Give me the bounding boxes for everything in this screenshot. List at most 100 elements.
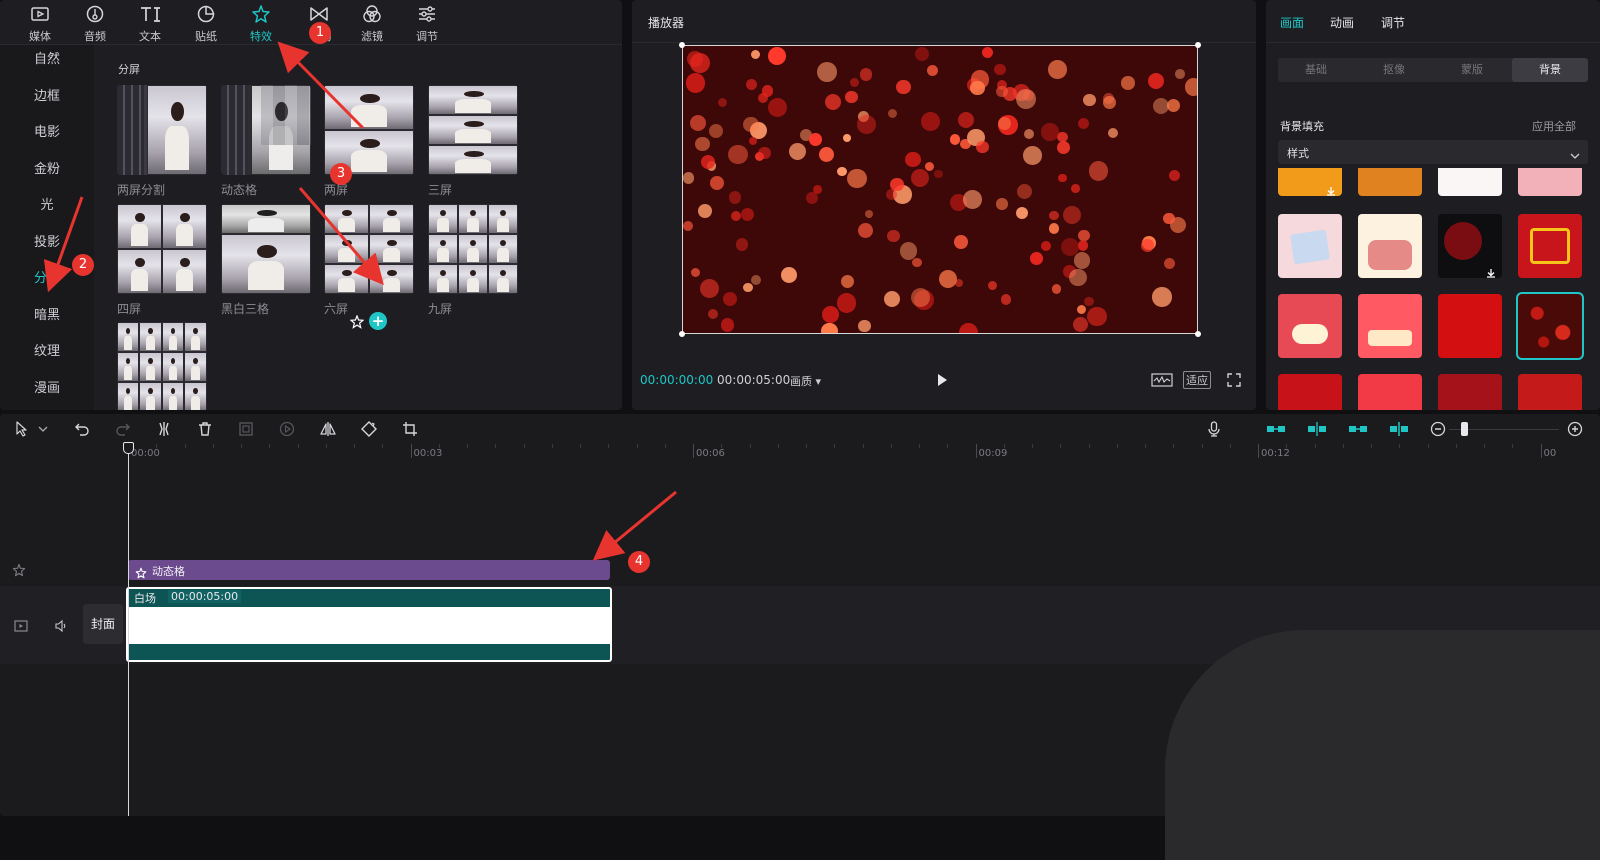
redo-icon[interactable] bbox=[115, 421, 131, 437]
category-item[interactable]: 光 bbox=[0, 191, 94, 221]
preview-axis-icon[interactable] bbox=[1389, 421, 1409, 437]
ruler-minor-tick bbox=[749, 444, 751, 448]
tool-label: 滤镜 bbox=[361, 30, 383, 43]
category-item[interactable]: 金粉 bbox=[0, 155, 94, 185]
tab-canvas[interactable]: 画面 bbox=[1280, 14, 1304, 31]
bokeh-light bbox=[896, 79, 911, 94]
tool-label: 特效 bbox=[250, 30, 272, 43]
background-tile[interactable] bbox=[1358, 374, 1422, 410]
video-preview[interactable] bbox=[682, 45, 1198, 334]
tab-adjust[interactable]: 调节 bbox=[1381, 14, 1405, 31]
zoom-in-icon[interactable] bbox=[1567, 421, 1583, 437]
zoom-out-icon[interactable] bbox=[1430, 421, 1446, 437]
tool-adjust[interactable]: 调节 bbox=[398, 0, 456, 45]
resize-handle[interactable] bbox=[679, 331, 685, 337]
play-icon[interactable] bbox=[934, 372, 950, 388]
category-item[interactable]: 暗黑 bbox=[0, 301, 94, 331]
tool-audio[interactable]: 音频 bbox=[66, 0, 124, 45]
tab-animation[interactable]: 动画 bbox=[1330, 14, 1354, 31]
favorite-star-icon[interactable] bbox=[349, 314, 365, 329]
background-tile[interactable] bbox=[1518, 214, 1582, 278]
auto-snap-icon[interactable] bbox=[1307, 421, 1327, 437]
main-track-magnet-icon[interactable] bbox=[1266, 421, 1286, 437]
category-item[interactable]: 漫画 bbox=[0, 374, 94, 404]
crop-icon[interactable] bbox=[402, 421, 418, 437]
resize-handle[interactable] bbox=[679, 42, 685, 48]
delete-icon[interactable] bbox=[197, 421, 213, 437]
background-tile[interactable] bbox=[1278, 214, 1342, 278]
effect-sixteen-screen[interactable] bbox=[117, 322, 207, 410]
category-item[interactable]: 边框 bbox=[0, 82, 94, 112]
video-track-icon[interactable] bbox=[14, 618, 28, 632]
background-tile[interactable] bbox=[1358, 294, 1422, 358]
background-tile[interactable] bbox=[1438, 168, 1502, 196]
resize-handle[interactable] bbox=[1195, 331, 1201, 337]
time-ruler[interactable]: 00:00 00:03 00:06 00:09 00:12 00 bbox=[0, 444, 1600, 466]
speaker-icon[interactable] bbox=[54, 618, 68, 633]
tool-text[interactable]: 文本 bbox=[121, 0, 179, 45]
background-tile[interactable] bbox=[1518, 168, 1582, 196]
playhead-handle[interactable] bbox=[123, 442, 134, 454]
undo-icon[interactable] bbox=[74, 421, 90, 437]
bokeh-light bbox=[969, 80, 985, 96]
background-tile[interactable] bbox=[1438, 374, 1502, 410]
select-cursor-icon[interactable] bbox=[14, 421, 30, 437]
play-circle-icon[interactable] bbox=[279, 421, 295, 437]
effect-two-split[interactable]: 两屏分割 bbox=[117, 85, 207, 198]
background-tile[interactable] bbox=[1518, 374, 1582, 410]
background-tile[interactable] bbox=[1438, 214, 1502, 278]
background-tile[interactable] bbox=[1278, 294, 1342, 358]
segment-background[interactable]: 背景 bbox=[1512, 58, 1588, 82]
effect-bw-three-grid[interactable]: 黑白三格 bbox=[221, 204, 311, 317]
background-tile[interactable] bbox=[1358, 214, 1422, 278]
background-tile-selected[interactable] bbox=[1516, 292, 1584, 360]
effect-four-screen[interactable]: 四屏 bbox=[117, 204, 207, 317]
effect-nine-screen[interactable]: 九屏 bbox=[428, 204, 518, 317]
effect-six-screen[interactable]: 六屏 bbox=[324, 204, 414, 317]
resize-handle[interactable] bbox=[1195, 42, 1201, 48]
add-effect-button[interactable]: + bbox=[369, 312, 387, 330]
ruler-minor-tick bbox=[325, 444, 327, 448]
freeze-frame-icon[interactable] bbox=[238, 421, 254, 437]
chevron-down-icon[interactable] bbox=[37, 421, 49, 437]
current-time: 00:00:00:00 bbox=[640, 373, 714, 387]
effect-dynamic-grid[interactable]: 动态格 bbox=[221, 85, 311, 198]
effect-clip[interactable]: 动态格 bbox=[128, 560, 610, 580]
cover-button[interactable]: 封面 bbox=[83, 604, 123, 644]
style-dropdown[interactable]: 样式 bbox=[1278, 140, 1588, 164]
apply-all-button[interactable]: 应用全部 bbox=[1532, 118, 1576, 134]
rotate-icon[interactable] bbox=[361, 421, 377, 437]
segment-basic[interactable]: 基础 bbox=[1278, 58, 1354, 82]
zoom-slider-thumb[interactable] bbox=[1461, 422, 1468, 436]
effect-three-screen[interactable]: 三屏 bbox=[428, 85, 518, 198]
ruler-minor-tick bbox=[1455, 444, 1457, 448]
tool-media[interactable]: 媒体 bbox=[11, 0, 69, 45]
bokeh-light bbox=[1048, 60, 1067, 80]
fit-button[interactable]: 适应 bbox=[1183, 371, 1211, 389]
fullscreen-icon[interactable] bbox=[1226, 372, 1242, 388]
segment-mask[interactable]: 蒙版 bbox=[1434, 58, 1510, 82]
waveform-icon[interactable] bbox=[1151, 372, 1173, 388]
segment-cutout[interactable]: 抠像 bbox=[1356, 58, 1432, 82]
video-clip[interactable]: 白场 00:00:05:00 bbox=[126, 587, 612, 662]
tool-effects[interactable]: 特效 bbox=[232, 0, 290, 45]
playhead-line[interactable] bbox=[128, 446, 129, 816]
category-item[interactable]: 自然 bbox=[0, 45, 94, 75]
tool-filter[interactable]: 滤镜 bbox=[343, 0, 401, 45]
background-tile[interactable] bbox=[1358, 168, 1422, 196]
tool-sticker[interactable]: 贴纸 bbox=[177, 0, 235, 45]
category-item[interactable]: 电影 bbox=[0, 118, 94, 148]
bokeh-light bbox=[1040, 241, 1051, 252]
effect-label: 黑白三格 bbox=[221, 302, 270, 316]
ruler-minor-tick bbox=[1088, 444, 1090, 448]
microphone-icon[interactable] bbox=[1206, 421, 1222, 437]
linkage-icon[interactable] bbox=[1348, 421, 1368, 437]
background-tile[interactable] bbox=[1438, 294, 1502, 358]
bokeh-light bbox=[767, 46, 787, 66]
category-item[interactable]: 纹理 bbox=[0, 337, 94, 367]
mirror-icon[interactable] bbox=[320, 421, 336, 437]
background-tile[interactable] bbox=[1278, 168, 1342, 196]
split-icon[interactable] bbox=[156, 421, 172, 437]
quality-dropdown[interactable]: 画质 ▾ bbox=[790, 373, 821, 389]
background-tile[interactable] bbox=[1278, 374, 1342, 410]
